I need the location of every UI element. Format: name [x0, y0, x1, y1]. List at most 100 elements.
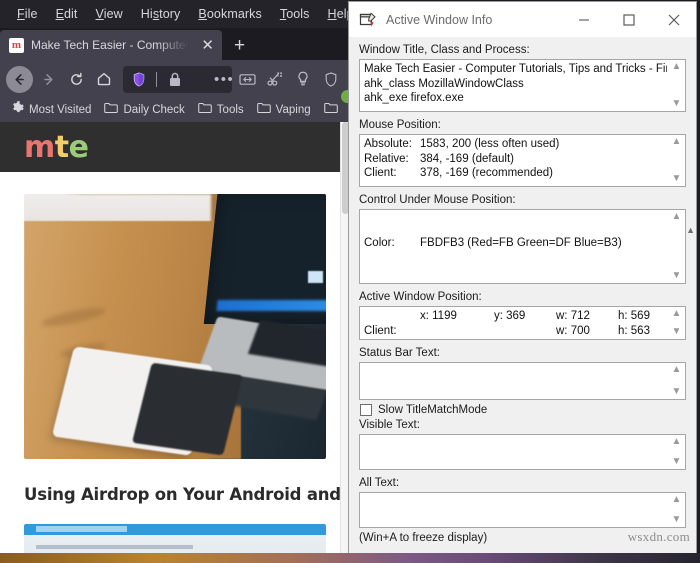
- menu-help[interactable]: Help: [319, 4, 350, 24]
- field-control-under-mouse[interactable]: Color:FBDFB3 (Red=FB Green=DF Blue=B3) ▲…: [359, 209, 686, 284]
- forward-arrow-icon[interactable]: [35, 66, 61, 92]
- article-title[interactable]: Using Airdrop on Your Android and: [0, 485, 350, 504]
- logo-letter-t: t: [55, 130, 69, 165]
- shield-icon[interactable]: [128, 72, 149, 87]
- bookmark-daily-check[interactable]: Daily Check: [99, 99, 189, 121]
- field-scrollbar[interactable]: ▲▼: [669, 364, 684, 398]
- menu-bar: File Edit View History Bookmarks Tools H…: [0, 0, 350, 28]
- scroll-down-icon[interactable]: ▼: [672, 327, 682, 337]
- maximize-button[interactable]: [606, 3, 651, 37]
- browser-tab[interactable]: m Make Tech Easier - Computer T ✕: [0, 30, 222, 60]
- scissors-icon[interactable]: [262, 66, 288, 92]
- folder-icon: [324, 101, 338, 119]
- tab-strip: m Make Tech Easier - Computer T ✕ +: [0, 28, 350, 60]
- bookmark-partial[interactable]: [319, 99, 343, 121]
- hero-photo-laptop-phone-desk: [24, 194, 326, 459]
- gear-icon: [11, 101, 24, 119]
- label-mouse-position: Mouse Position:: [359, 119, 686, 131]
- scroll-up-icon[interactable]: ▲: [672, 212, 682, 222]
- scroll-down-icon[interactable]: ▼: [672, 457, 682, 467]
- menu-view[interactable]: View: [87, 4, 132, 24]
- row-w: w: 700: [556, 324, 618, 339]
- home-icon[interactable]: [91, 66, 117, 92]
- watermark: wsxdn.com: [628, 529, 690, 545]
- shield-extension-icon[interactable]: [318, 66, 344, 92]
- scroll-down-icon[interactable]: ▼: [672, 174, 682, 184]
- row-h: h: 563: [618, 325, 650, 337]
- menu-edit[interactable]: Edit: [47, 4, 87, 24]
- bookmark-label: Vaping: [276, 104, 311, 116]
- page-actions-icon[interactable]: •••: [214, 72, 232, 87]
- row-name: Client:: [364, 324, 420, 339]
- field-scrollbar[interactable]: ▲▼: [669, 61, 684, 110]
- field-scrollbar[interactable]: ▲▼: [669, 211, 684, 282]
- row-y: y: 369: [494, 309, 556, 324]
- label-all-text: All Text:: [359, 477, 686, 489]
- field-scrollbar[interactable]: ▲▼: [669, 494, 684, 526]
- slow-titlematchmode-row[interactable]: Slow TitleMatchMode: [360, 404, 686, 416]
- field-status-bar-text[interactable]: ▲▼: [359, 362, 686, 400]
- field-active-window-position[interactable]: x: 1199y: 369w: 712h: 569 Client:w: 700h…: [359, 306, 686, 340]
- scroll-down-icon[interactable]: ▼: [672, 387, 682, 397]
- scroll-up-icon[interactable]: ▲: [672, 62, 682, 72]
- ahk-window-edge-scrollbar[interactable]: ▲: [688, 37, 696, 561]
- folder-icon: [257, 101, 271, 119]
- menu-tools[interactable]: Tools: [271, 4, 319, 24]
- field-line: ahk_class MozillaWindowClass: [364, 77, 667, 92]
- ahk-title-bar[interactable]: Active Window Info: [349, 2, 696, 37]
- favicon-mte-icon: m: [9, 38, 24, 53]
- bookmarks-toolbar: Most Visited Daily Check Tools Vaping: [0, 98, 350, 122]
- ahk-window-title: Active Window Info: [386, 13, 561, 27]
- color-value: FBDFB3 (Red=FB Green=DF Blue=B3): [420, 237, 622, 249]
- back-arrow-icon[interactable]: [6, 66, 33, 93]
- padlock-icon[interactable]: [164, 72, 185, 87]
- field-line: Relative:384, -169 (default): [364, 152, 667, 167]
- field-mouse-position[interactable]: Absolute:1583, 200 (less often used) Rel…: [359, 134, 686, 187]
- scroll-arrow-icon[interactable]: ▲: [686, 225, 695, 235]
- field-scrollbar[interactable]: ▲▼: [669, 308, 684, 338]
- scroll-up-icon[interactable]: ▲: [672, 495, 682, 505]
- row-x: x: 1199: [420, 309, 494, 324]
- menu-history[interactable]: History: [132, 4, 190, 24]
- container-tabs-icon[interactable]: [234, 66, 260, 92]
- scroll-up-icon[interactable]: ▲: [672, 437, 682, 447]
- close-button[interactable]: [651, 3, 696, 37]
- scroll-up-icon[interactable]: ▲: [672, 309, 682, 319]
- scroll-up-icon[interactable]: ▲: [672, 365, 682, 375]
- scroll-up-icon[interactable]: ▲: [672, 137, 682, 147]
- photo-phone-screen: [132, 363, 242, 455]
- tab-title: Make Tech Easier - Computer T: [31, 38, 192, 52]
- firefox-window: File Edit View History Bookmarks Tools H…: [0, 0, 350, 563]
- field-all-text[interactable]: ▲▼: [359, 492, 686, 528]
- mte-logo[interactable]: mte: [24, 130, 88, 165]
- photo-laptop-screen-tile: [308, 271, 323, 283]
- row-w: w: 712: [556, 309, 618, 324]
- scroll-down-icon[interactable]: ▼: [672, 515, 682, 525]
- reload-icon[interactable]: [63, 66, 89, 92]
- row-value: 1583, 200: [420, 138, 471, 150]
- field-scrollbar[interactable]: ▲▼: [669, 436, 684, 468]
- field-scrollbar[interactable]: ▲▼: [669, 136, 684, 185]
- menu-file[interactable]: File: [8, 4, 47, 24]
- bookmark-vaping[interactable]: Vaping: [252, 99, 316, 121]
- color-label: Color:: [364, 236, 420, 251]
- bookmark-most-visited[interactable]: Most Visited: [6, 99, 96, 121]
- url-bar[interactable]: •••: [123, 66, 232, 93]
- bookmark-label: Daily Check: [123, 104, 184, 116]
- menu-bookmarks[interactable]: Bookmarks: [189, 4, 270, 24]
- minimize-button[interactable]: [561, 3, 606, 37]
- new-tab-button[interactable]: +: [222, 36, 257, 55]
- active-window-info-window: Active Window Info Window Title, Class a…: [348, 1, 697, 562]
- scroll-down-icon[interactable]: ▼: [672, 99, 682, 109]
- scroll-down-icon[interactable]: ▼: [672, 271, 682, 281]
- field-line: ahk_exe firefox.exe: [364, 91, 667, 106]
- slow-titlematchmode-checkbox[interactable]: [360, 404, 372, 416]
- photo-wood-grain: [41, 304, 107, 329]
- bookmark-tools[interactable]: Tools: [193, 99, 249, 121]
- lightbulb-icon[interactable]: [290, 66, 316, 92]
- close-tab-icon[interactable]: ✕: [199, 38, 216, 53]
- field-window-title-class-process[interactable]: Make Tech Easier - Computer Tutorials, T…: [359, 59, 686, 112]
- field-line: Absolute:1583, 200 (less often used): [364, 137, 667, 152]
- row-note: (default): [472, 153, 514, 165]
- field-visible-text[interactable]: ▲▼: [359, 434, 686, 470]
